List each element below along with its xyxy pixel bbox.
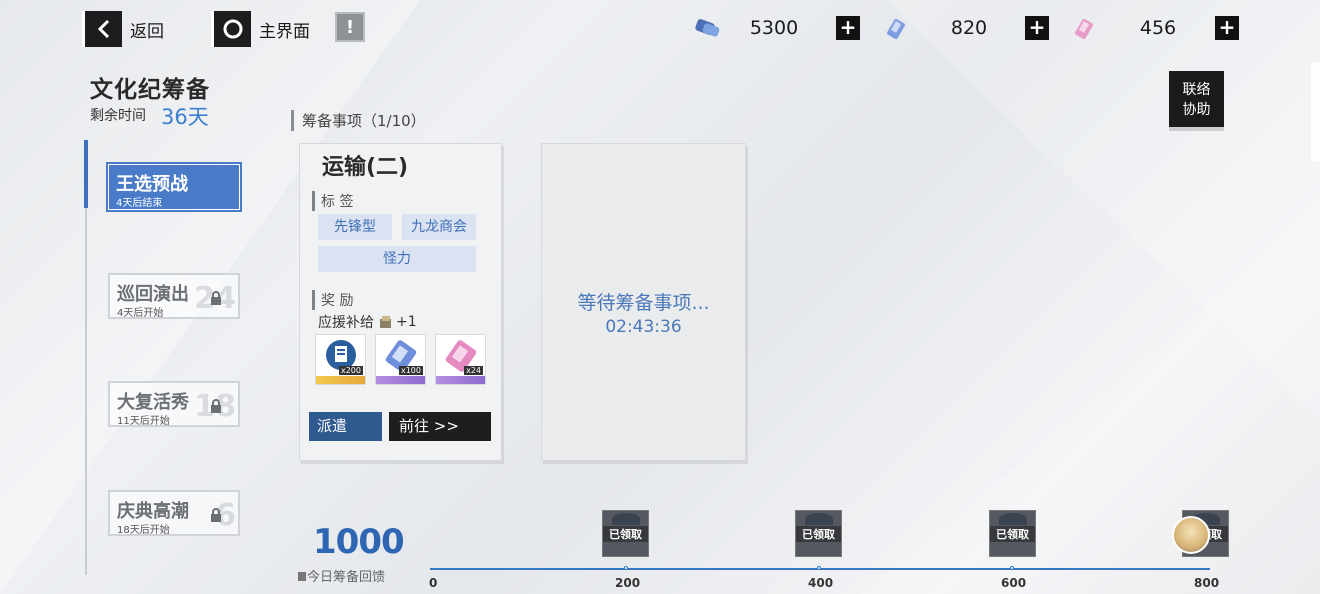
- remaining-time-label: 剩余时间: [90, 108, 146, 124]
- stage-status: 18天后开始: [117, 525, 170, 536]
- reward-qty: x24: [464, 366, 483, 375]
- event-title: 文化纪筹备: [90, 77, 210, 103]
- waiting-task-card: 等待筹备事项... 02:43:36: [541, 143, 746, 461]
- stage-name: 庆典高潮: [117, 501, 189, 522]
- goto-label: 前往 >>: [399, 417, 459, 435]
- crystal-blue-icon: [882, 14, 914, 42]
- section-title: 筹备事项（1/10）: [291, 110, 426, 131]
- reward-qty: x200: [338, 366, 363, 375]
- tag-badge: 九龙商会: [402, 214, 476, 240]
- tick-label: 0: [429, 576, 438, 590]
- lock-icon: [211, 291, 221, 305]
- chevron-left-icon: [82, 11, 122, 47]
- tags-label: 标 签: [312, 191, 353, 211]
- daily-score-label: 今日筹备回馈: [297, 566, 385, 585]
- reward-box-icon: [805, 513, 833, 525]
- claimed-label: 已领取: [990, 526, 1035, 542]
- back-button[interactable]: 返回: [82, 11, 164, 47]
- rarity-strip: [376, 376, 425, 384]
- rewards-label: 奖 励: [312, 290, 353, 310]
- reward-item[interactable]: x100: [375, 334, 426, 385]
- tag-badge: 怪力: [318, 246, 476, 272]
- assist-button[interactable]: 联络 协助: [1169, 71, 1224, 127]
- reward-qty: x100: [398, 366, 423, 375]
- stage-item-3[interactable]: 18 大复活秀 11天后开始: [108, 381, 240, 427]
- add-pink-crystal-button[interactable]: +: [1215, 16, 1239, 40]
- info-icon[interactable]: !: [335, 12, 365, 42]
- stage-name: 王选预战: [116, 174, 188, 195]
- task-title: 运输(二): [322, 155, 409, 180]
- rarity-strip: [436, 376, 485, 384]
- stage-active-indicator: [84, 140, 88, 208]
- tick-label: 400: [808, 576, 834, 590]
- milestone-reward[interactable]: 已领取: [602, 510, 649, 557]
- rarity-strip: [316, 376, 365, 384]
- daily-score: 1000: [313, 522, 405, 562]
- lock-icon: [211, 399, 221, 413]
- lock-icon: [211, 508, 221, 522]
- tick-label: 200: [615, 576, 641, 590]
- stage-name: 大复活秀: [117, 392, 189, 413]
- support-row: 应援补给 +1: [318, 312, 417, 332]
- milestone-reward[interactable]: 已领取: [795, 510, 842, 557]
- ticket-blue-icon: [692, 14, 724, 42]
- stage-name: 巡回演出: [117, 284, 189, 305]
- crystal-pink-icon: [1070, 14, 1102, 42]
- resource-blue-crystal: 820: [882, 14, 1024, 42]
- waiting-text: 等待筹备事项...: [577, 292, 710, 314]
- reward-item[interactable]: x24: [435, 334, 486, 385]
- home-button[interactable]: 主界面: [211, 11, 310, 47]
- supply-box-icon: [380, 316, 391, 328]
- milestone-reward[interactable]: 已领取: [989, 510, 1036, 557]
- add-blue-crystal-button[interactable]: +: [1025, 16, 1049, 40]
- dispatch-label: 派遣: [317, 417, 348, 435]
- assist-label: 联络 协助: [1182, 82, 1211, 118]
- dispatch-button[interactable]: 派遣: [309, 412, 382, 441]
- back-label: 返回: [130, 21, 164, 42]
- tick-label: 600: [1001, 576, 1027, 590]
- side-scroll-handle[interactable]: [1311, 62, 1320, 162]
- tick-dot: [1010, 566, 1014, 570]
- add-ticket-button[interactable]: +: [836, 16, 860, 40]
- goto-button[interactable]: 前往 >>: [389, 412, 491, 441]
- character-avatar: [1172, 516, 1210, 554]
- stage-item-2[interactable]: 24 巡回演出 4天后开始: [108, 273, 240, 319]
- stage-status: 4天后开始: [117, 308, 164, 319]
- resource-blue-crystal-value: 820: [950, 17, 988, 39]
- stage-item-4[interactable]: 6 庆典高潮 18天后开始: [108, 490, 240, 536]
- stage-status: 11天后开始: [117, 416, 170, 427]
- tick-dot: [817, 566, 821, 570]
- claimed-label: 已领取: [796, 526, 841, 542]
- remaining-time-value: 36天: [161, 105, 209, 129]
- tick-label: 800: [1194, 576, 1220, 590]
- support-label: 应援补给: [318, 315, 374, 331]
- claimed-label: 已领取: [603, 526, 648, 542]
- daily-score-label-text: 今日筹备回馈: [307, 570, 386, 585]
- reward-box-icon: [612, 513, 640, 525]
- reward-box-icon: [999, 513, 1027, 525]
- stage-item-1[interactable]: 王选预战 4天后结束: [108, 164, 240, 210]
- resource-ticket: 5300: [692, 14, 824, 42]
- home-label: 主界面: [259, 21, 310, 42]
- reward-item[interactable]: x200: [315, 334, 366, 385]
- resource-pink-crystal: 456: [1070, 14, 1214, 42]
- waiting-timer: 02:43:36: [605, 317, 682, 337]
- circle-home-icon: [211, 11, 251, 47]
- tick-dot: [624, 566, 628, 570]
- resource-ticket-value: 5300: [749, 17, 799, 39]
- ticket-small-icon: [298, 572, 306, 581]
- task-card[interactable]: 运输(二) 标 签 先锋型 九龙商会 怪力 奖 励 应援补给 +1 x200 x…: [299, 143, 502, 461]
- tag-badge: 先锋型: [318, 214, 392, 240]
- support-count: +1: [396, 314, 417, 330]
- stage-status: 4天后结束: [116, 198, 163, 209]
- resource-pink-crystal-value: 456: [1139, 17, 1177, 39]
